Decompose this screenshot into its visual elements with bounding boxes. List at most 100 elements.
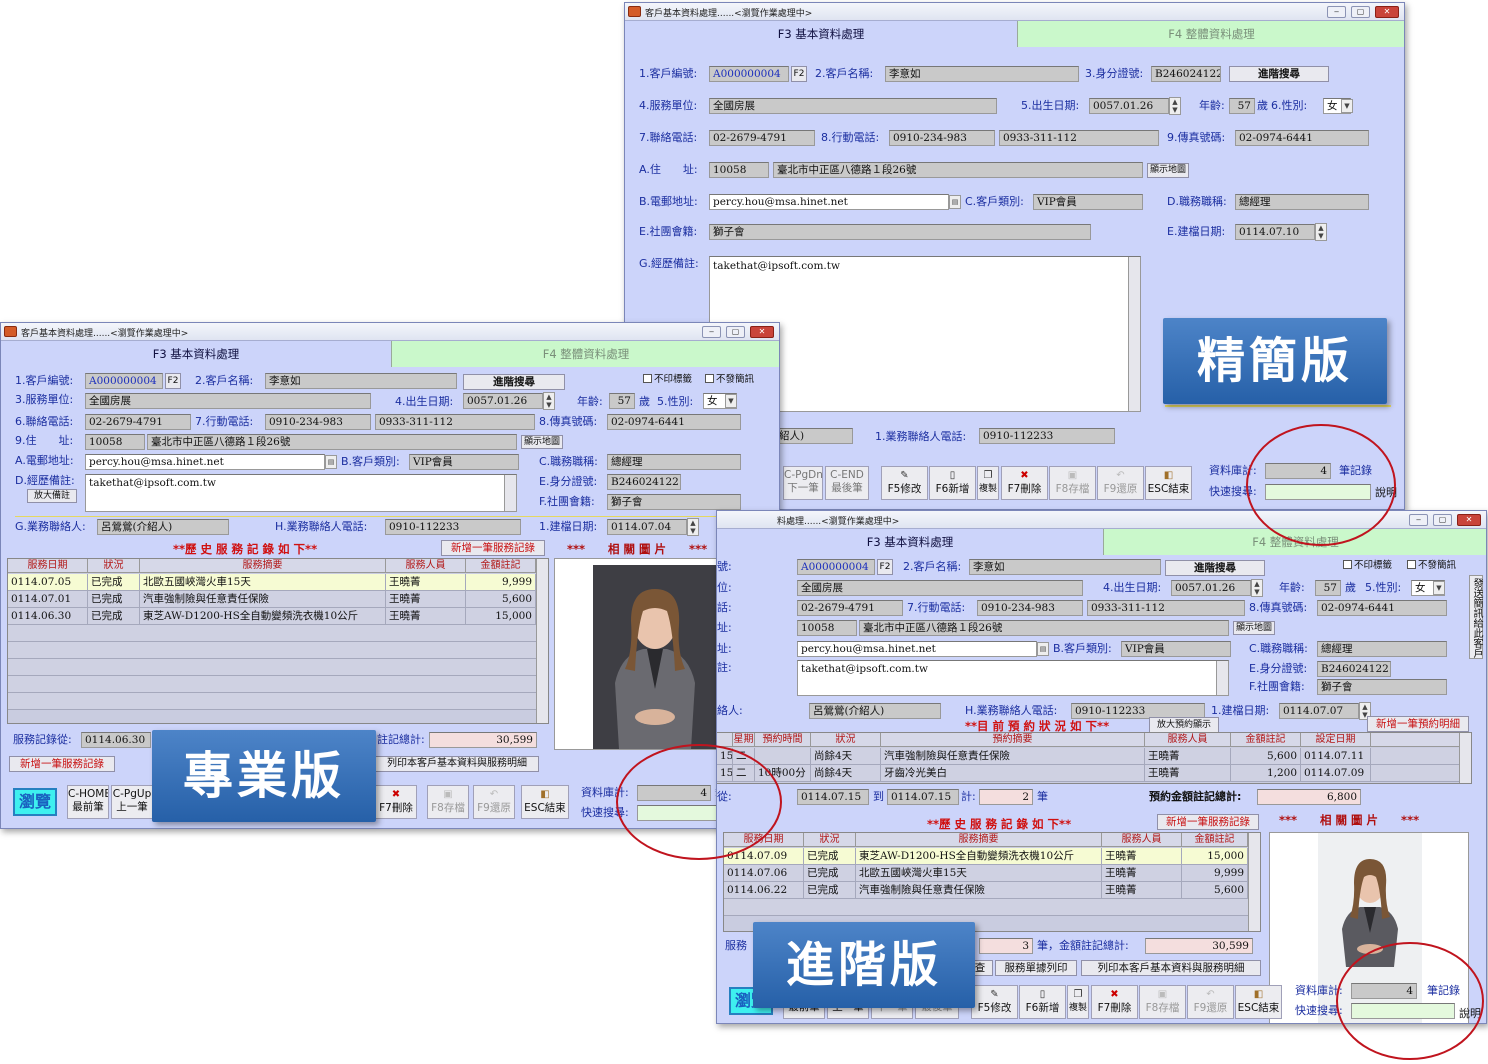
table-row[interactable]: 15 二尚餘4天 汽車強制險與任意責任保險 王曉菁 5,600 0114.07.11 bbox=[717, 748, 1471, 765]
show-map-button[interactable]: 顯示地圖 bbox=[521, 435, 563, 449]
close-button[interactable]: ✕ bbox=[1375, 6, 1399, 18]
no-sms-checkbox[interactable]: 不發簡訊 bbox=[705, 371, 754, 385]
build-date-field[interactable]: 0114.07.10 bbox=[1235, 224, 1315, 240]
sales-contact-field[interactable]: 呂鶯鶯(介紹人) bbox=[97, 519, 229, 535]
grid-scrollbar[interactable] bbox=[1248, 833, 1260, 931]
club-field[interactable]: 獅子會 bbox=[709, 224, 1091, 240]
build-date-field[interactable]: 0114.07.07 bbox=[1279, 703, 1359, 719]
tab-basic[interactable]: F3 基本資料處理 bbox=[717, 529, 1103, 555]
enlarge-note-button[interactable]: 放大備註 bbox=[27, 489, 77, 503]
table-row[interactable]: 0114.07.06 已完成 北歐五國峽灣火車15天 王曉菁 9,999 bbox=[724, 865, 1260, 882]
f2-button[interactable]: F2 bbox=[791, 66, 807, 82]
f5-edit-button[interactable]: ✎ F5修改 bbox=[971, 985, 1018, 1019]
zip-field[interactable]: 10058 bbox=[709, 162, 769, 178]
notes-scrollbar[interactable] bbox=[1216, 661, 1228, 695]
phone-field[interactable]: 02-2679-4791 bbox=[797, 600, 903, 616]
f6-add-button[interactable]: ▯ F6新增 bbox=[929, 466, 976, 500]
show-map-button[interactable]: 顯示地圖 bbox=[1233, 621, 1275, 635]
cust-type-field[interactable]: VIP會員 bbox=[1033, 194, 1143, 210]
birth-spinner[interactable]: ▲ ▼ bbox=[1169, 97, 1181, 115]
fax-field[interactable]: 02-0974-6441 bbox=[1235, 130, 1369, 146]
add-service-bottom-button[interactable]: 新增一筆服務記錄 bbox=[9, 756, 115, 772]
address-field[interactable]: 臺北市中正區八德路１段26號 bbox=[773, 162, 1143, 178]
service-unit-field[interactable]: 全國房展 bbox=[85, 393, 371, 409]
end-button[interactable]: C-END 最後筆 bbox=[825, 466, 869, 500]
sales-phone-field[interactable]: 0910-112233 bbox=[385, 519, 521, 535]
club-field[interactable]: 獅子會 bbox=[1317, 679, 1447, 695]
notes-scrollbar[interactable] bbox=[1128, 257, 1140, 411]
fax-field[interactable]: 02-0974-6441 bbox=[1317, 600, 1447, 616]
tab-basic[interactable]: F3 基本資料處理 bbox=[1, 341, 391, 367]
f2-button[interactable]: F2 bbox=[877, 559, 893, 575]
f9-undo-button[interactable]: ↶ F9還原 bbox=[1097, 466, 1144, 500]
email-picker-icon[interactable]: ▤ bbox=[1037, 642, 1049, 656]
copy-button[interactable]: ❐ 複製 bbox=[977, 466, 999, 500]
cust-name-field[interactable]: 李意如 bbox=[885, 66, 1079, 82]
mobile-field[interactable]: 0910-234-983 bbox=[977, 600, 1083, 616]
cust-no-field[interactable]: A000000004 bbox=[85, 373, 163, 389]
pgdn-button[interactable]: C-PgDn 下一筆 bbox=[783, 466, 823, 500]
table-row[interactable] bbox=[8, 693, 548, 710]
table-row[interactable]: 0114.06.30 已完成 東芝AW-D1200-HS全自動變頻洗衣機10公斤 王曉… bbox=[8, 608, 548, 625]
birth-spinner[interactable]: ▲ ▼ bbox=[543, 392, 555, 410]
zip-field[interactable]: 10058 bbox=[85, 434, 145, 450]
cust-name-field[interactable]: 李意如 bbox=[969, 559, 1161, 575]
phone-field[interactable]: 02-2679-4791 bbox=[709, 130, 815, 146]
cust-name-field[interactable]: 李意如 bbox=[265, 373, 457, 389]
tab-overall[interactable]: F4 整體資料處理 bbox=[1017, 21, 1404, 47]
esc-exit-button[interactable]: ◧ ESC結束 bbox=[1145, 466, 1192, 500]
f9-undo-button[interactable]: ↶ F9還原 bbox=[473, 785, 515, 819]
table-row[interactable] bbox=[724, 899, 1260, 916]
table-row[interactable]: 0114.07.09 已完成 東芝AW-D1200-HS全自動變頻洗衣機10公斤 王曉… bbox=[724, 848, 1260, 865]
build-date-field[interactable]: 0114.07.04 bbox=[607, 519, 687, 535]
minimize-button[interactable]: ‒ bbox=[1409, 514, 1428, 526]
home-button[interactable]: C-HOME 最前筆 bbox=[67, 785, 109, 819]
cust-type-field[interactable]: VIP會員 bbox=[409, 454, 519, 470]
email-picker-icon[interactable]: ▤ bbox=[949, 195, 961, 209]
notes-textarea[interactable]: takethat@ipsoft.com.tw bbox=[85, 474, 517, 512]
mobile-field[interactable]: 0910-234-983 bbox=[265, 414, 371, 430]
job-field[interactable]: 總經理 bbox=[1235, 194, 1369, 210]
f8-save-button[interactable]: ▣ F8存檔 bbox=[1139, 985, 1186, 1019]
table-row[interactable] bbox=[8, 642, 548, 659]
show-map-button[interactable]: 顯示地圖 bbox=[1147, 163, 1189, 178]
f7-delete-button[interactable]: ✖ F7刪除 bbox=[1091, 985, 1138, 1019]
f8-save-button[interactable]: ▣ F8存檔 bbox=[1049, 466, 1096, 500]
sales-phone-field[interactable]: 0910-112233 bbox=[979, 428, 1115, 444]
add-service-button[interactable]: 新增一筆服務記錄 bbox=[441, 540, 545, 556]
f2-button[interactable]: F2 bbox=[165, 373, 181, 389]
minimize-button[interactable]: ‒ bbox=[702, 326, 721, 338]
pgup-button[interactable]: C-PgUp 上一筆 bbox=[111, 785, 153, 819]
f7-delete-button[interactable]: ✖ F7刪除 bbox=[375, 785, 417, 819]
print-detail-button[interactable]: 列印本客戶基本資料與服務明細 bbox=[375, 756, 539, 772]
f9-undo-button[interactable]: ↶ F9還原 bbox=[1187, 985, 1234, 1019]
mobile2-field[interactable]: 0933-311-112 bbox=[999, 130, 1159, 146]
mobile2-field[interactable]: 0933-311-112 bbox=[375, 414, 535, 430]
print-detail-button[interactable]: 列印本客戶基本資料與服務明細 bbox=[1081, 960, 1261, 976]
mobile2-field[interactable]: 0933-311-112 bbox=[1087, 600, 1245, 616]
email-field[interactable]: percy.hou@msa.hinet.net bbox=[85, 454, 325, 470]
fax-field[interactable]: 02-0974-6441 bbox=[607, 414, 741, 430]
birth-spinner[interactable]: ▲ ▼ bbox=[1251, 579, 1263, 597]
no-label-checkbox[interactable]: 不印標籤 bbox=[643, 371, 692, 385]
maximize-button[interactable]: ▢ bbox=[1433, 514, 1452, 526]
minimize-button[interactable]: ‒ bbox=[1327, 6, 1346, 18]
service-unit-field[interactable]: 全國房展 bbox=[709, 98, 997, 114]
esc-exit-button[interactable]: ◧ ESC結束 bbox=[1235, 985, 1282, 1019]
tab-basic[interactable]: F3 基本資料處理 bbox=[625, 21, 1017, 47]
advanced-search-button[interactable]: 進階搜尋 bbox=[1165, 560, 1265, 576]
id-no-field[interactable]: B246024122 bbox=[1317, 661, 1391, 677]
club-field[interactable]: 獅子會 bbox=[607, 494, 741, 510]
add-reserve-button[interactable]: 新增一筆預約明細 bbox=[1367, 716, 1469, 732]
cust-no-field[interactable]: A000000004 bbox=[709, 66, 789, 82]
email-picker-icon[interactable]: ▤ bbox=[325, 455, 337, 469]
address-field[interactable]: 臺北市中正區八德路１段26號 bbox=[147, 434, 517, 450]
build-date-spinner[interactable]: ▲ ▼ bbox=[1315, 223, 1327, 241]
table-row[interactable]: 15 二 10時00分 尚餘4天 牙齒冷光美白 王曉菁 1,200 0114.07.09 bbox=[717, 765, 1471, 782]
table-row[interactable]: 0114.07.01 已完成 汽車強制險與任意責任保險 王曉菁 5,600 bbox=[8, 591, 548, 608]
birth-field[interactable]: 0057.01.26 bbox=[1171, 580, 1251, 596]
table-row[interactable]: 0114.06.22 已完成 汽車強制險與任意責任保險 王曉菁 5,600 bbox=[724, 882, 1260, 899]
grid-scrollbar[interactable] bbox=[536, 559, 548, 723]
service-unit-field[interactable]: 全國房展 bbox=[797, 580, 1083, 596]
email-field[interactable]: percy.hou@msa.hinet.net bbox=[709, 194, 949, 210]
